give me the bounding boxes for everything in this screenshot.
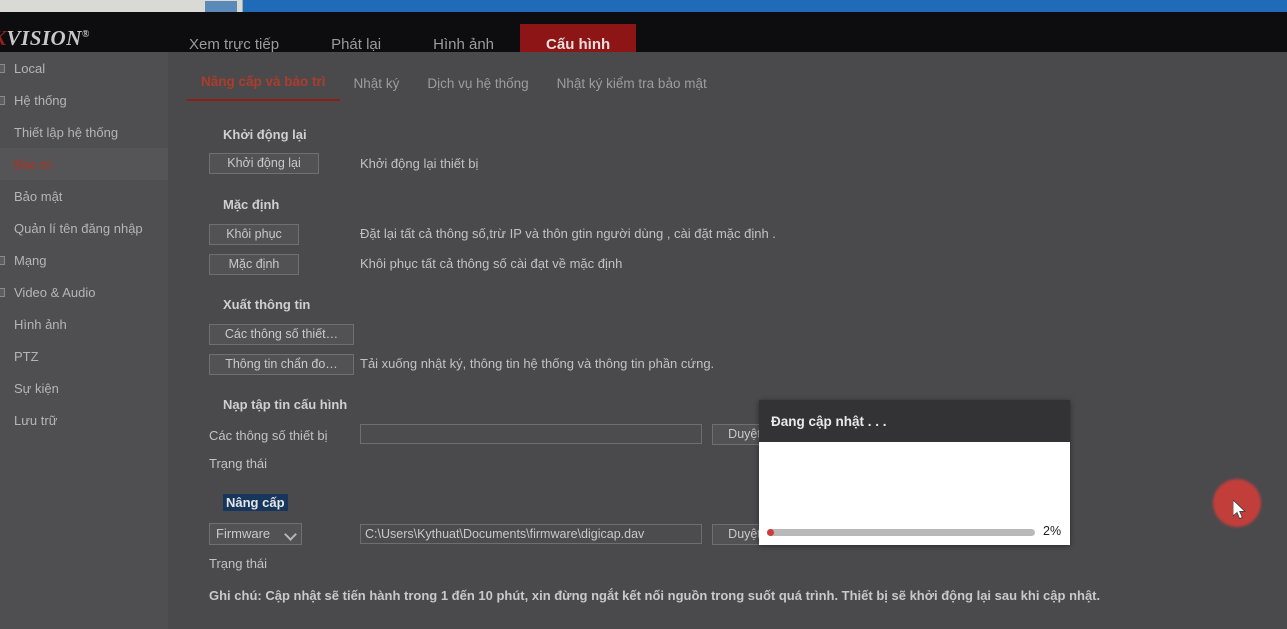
sidebar-item-local[interactable]: Local	[0, 52, 168, 84]
sidebar: Local Hệ thống Thiết lập hệ thống Bảo tr…	[0, 52, 168, 629]
sidebar-item-label: Video & Audio	[14, 285, 95, 300]
upgrade-type-select-value: Firmware	[216, 526, 270, 541]
progress-percent-label: 2%	[1043, 524, 1061, 538]
modal-header: Đang cập nhật . . .	[759, 400, 1070, 442]
top-navigation-bar: KVISION® Xem trực tiếp Phát lại Hình ảnh…	[0, 12, 1287, 52]
sidebar-item-storage[interactable]: Lưu trữ	[0, 404, 168, 436]
progress-fill	[767, 529, 774, 536]
export-diagnostic-description: Tải xuống nhật ký, thông tin hệ thống và…	[360, 356, 714, 371]
sidebar-item-event[interactable]: Sự kiện	[0, 372, 168, 404]
sidebar-item-label: Bảo trì	[14, 157, 52, 172]
sidebar-item-label: Local	[14, 61, 45, 76]
import-field-label: Các thông số thiết bị	[209, 428, 328, 443]
restore-description: Đặt lại tất cả thông số,trừ IP và thôn g…	[360, 226, 776, 241]
section-title-export: Xuất thông tin	[223, 297, 310, 312]
sidebar-item-ptz[interactable]: PTZ	[0, 340, 168, 372]
modal-title: Đang cập nhật . . .	[771, 414, 887, 429]
box-icon	[0, 256, 5, 265]
section-title-default: Mặc định	[223, 197, 279, 212]
import-file-input[interactable]	[360, 424, 702, 444]
sidebar-item-video-audio[interactable]: Video & Audio	[0, 276, 168, 308]
box-icon	[0, 288, 5, 297]
progress-track	[767, 529, 1035, 536]
sidebar-item-system-settings[interactable]: Thiết lập hệ thống	[0, 116, 168, 148]
sidebar-item-user-management[interactable]: Quản lí tên đăng nhập	[0, 212, 168, 244]
mouse-cursor-icon	[1233, 500, 1247, 521]
brand-logo-text: VISION	[7, 26, 82, 50]
app-root: KVISION® Xem trực tiếp Phát lại Hình ảnh…	[0, 0, 1287, 629]
export-device-parameters-button[interactable]: Các thông số thiết…	[209, 324, 354, 345]
upgrade-status-label: Trạng thái	[209, 556, 267, 571]
reboot-button[interactable]: Khởi động lại	[209, 153, 319, 174]
tab-log[interactable]: Nhật ký	[340, 76, 414, 101]
sidebar-item-label: Mạng	[14, 253, 47, 268]
progress-bar: 2%	[767, 526, 1063, 540]
tab-security-audit-log[interactable]: Nhật ký kiểm tra bảo mật	[543, 76, 721, 101]
upgrade-title-selected-text: Nâng cấp	[223, 494, 288, 511]
default-button[interactable]: Mặc định	[209, 254, 299, 275]
box-icon	[0, 96, 5, 105]
default-description: Khôi phục tất cả thông số cài đạt về mặc…	[360, 256, 622, 271]
browser-title-bar	[0, 0, 1287, 12]
section-title-reboot: Khởi động lại	[223, 127, 307, 142]
sidebar-item-label: Hình ảnh	[14, 317, 67, 332]
tab-upgrade-maintenance[interactable]: Nâng cấp và bảo trì	[187, 74, 340, 101]
chevron-down-icon	[284, 528, 297, 541]
box-icon	[0, 64, 5, 73]
modal-body: 2%	[759, 442, 1070, 545]
upgrade-type-select[interactable]: Firmware	[209, 523, 302, 545]
reboot-description: Khởi động lại thiết bị	[360, 156, 478, 171]
sidebar-item-image[interactable]: Hình ảnh	[0, 308, 168, 340]
sidebar-item-security[interactable]: Bảo mật	[0, 180, 168, 212]
sidebar-item-label: Bảo mật	[14, 189, 62, 204]
firmware-path-input[interactable]: C:\Users\Kythuat\Documents\firmware\digi…	[360, 524, 702, 544]
upgrade-footer-note: Ghi chú: Cập nhật sẽ tiến hành trong 1 đ…	[209, 588, 1100, 603]
brand-logo: KVISION®	[0, 26, 90, 50]
upgrading-modal: Đang cập nhật . . . 2%	[759, 400, 1070, 545]
brand-logo-registered: ®	[82, 29, 90, 40]
main-content: Nâng cấp và bảo trì Nhật ký Dịch vụ hệ t…	[168, 52, 1287, 629]
sidebar-item-label: Sự kiện	[14, 381, 59, 396]
sidebar-item-label: Quản lí tên đăng nhập	[14, 221, 143, 236]
content-tabs: Nâng cấp và bảo trì Nhật ký Dịch vụ hệ t…	[187, 63, 721, 101]
sidebar-item-system[interactable]: Hệ thống	[0, 84, 168, 116]
section-title-upgrade: Nâng cấp	[223, 495, 288, 510]
tab-system-service[interactable]: Dịch vụ hệ thống	[413, 76, 542, 101]
browser-nav-button[interactable]	[205, 1, 237, 12]
sidebar-item-maintenance[interactable]: Bảo trì	[0, 148, 168, 180]
sidebar-item-label: Thiết lập hệ thống	[14, 125, 118, 140]
sidebar-item-label: PTZ	[14, 349, 39, 364]
sidebar-item-label: Lưu trữ	[14, 413, 57, 428]
restore-button[interactable]: Khôi phục	[209, 224, 299, 245]
section-title-import-config: Nạp tập tin cấu hình	[223, 397, 347, 412]
import-status-label: Trạng thái	[209, 456, 267, 471]
sidebar-item-network[interactable]: Mạng	[0, 244, 168, 276]
export-diagnostic-info-button[interactable]: Thông tin chẩn đo…	[209, 354, 354, 375]
sidebar-item-label: Hệ thống	[14, 93, 67, 108]
